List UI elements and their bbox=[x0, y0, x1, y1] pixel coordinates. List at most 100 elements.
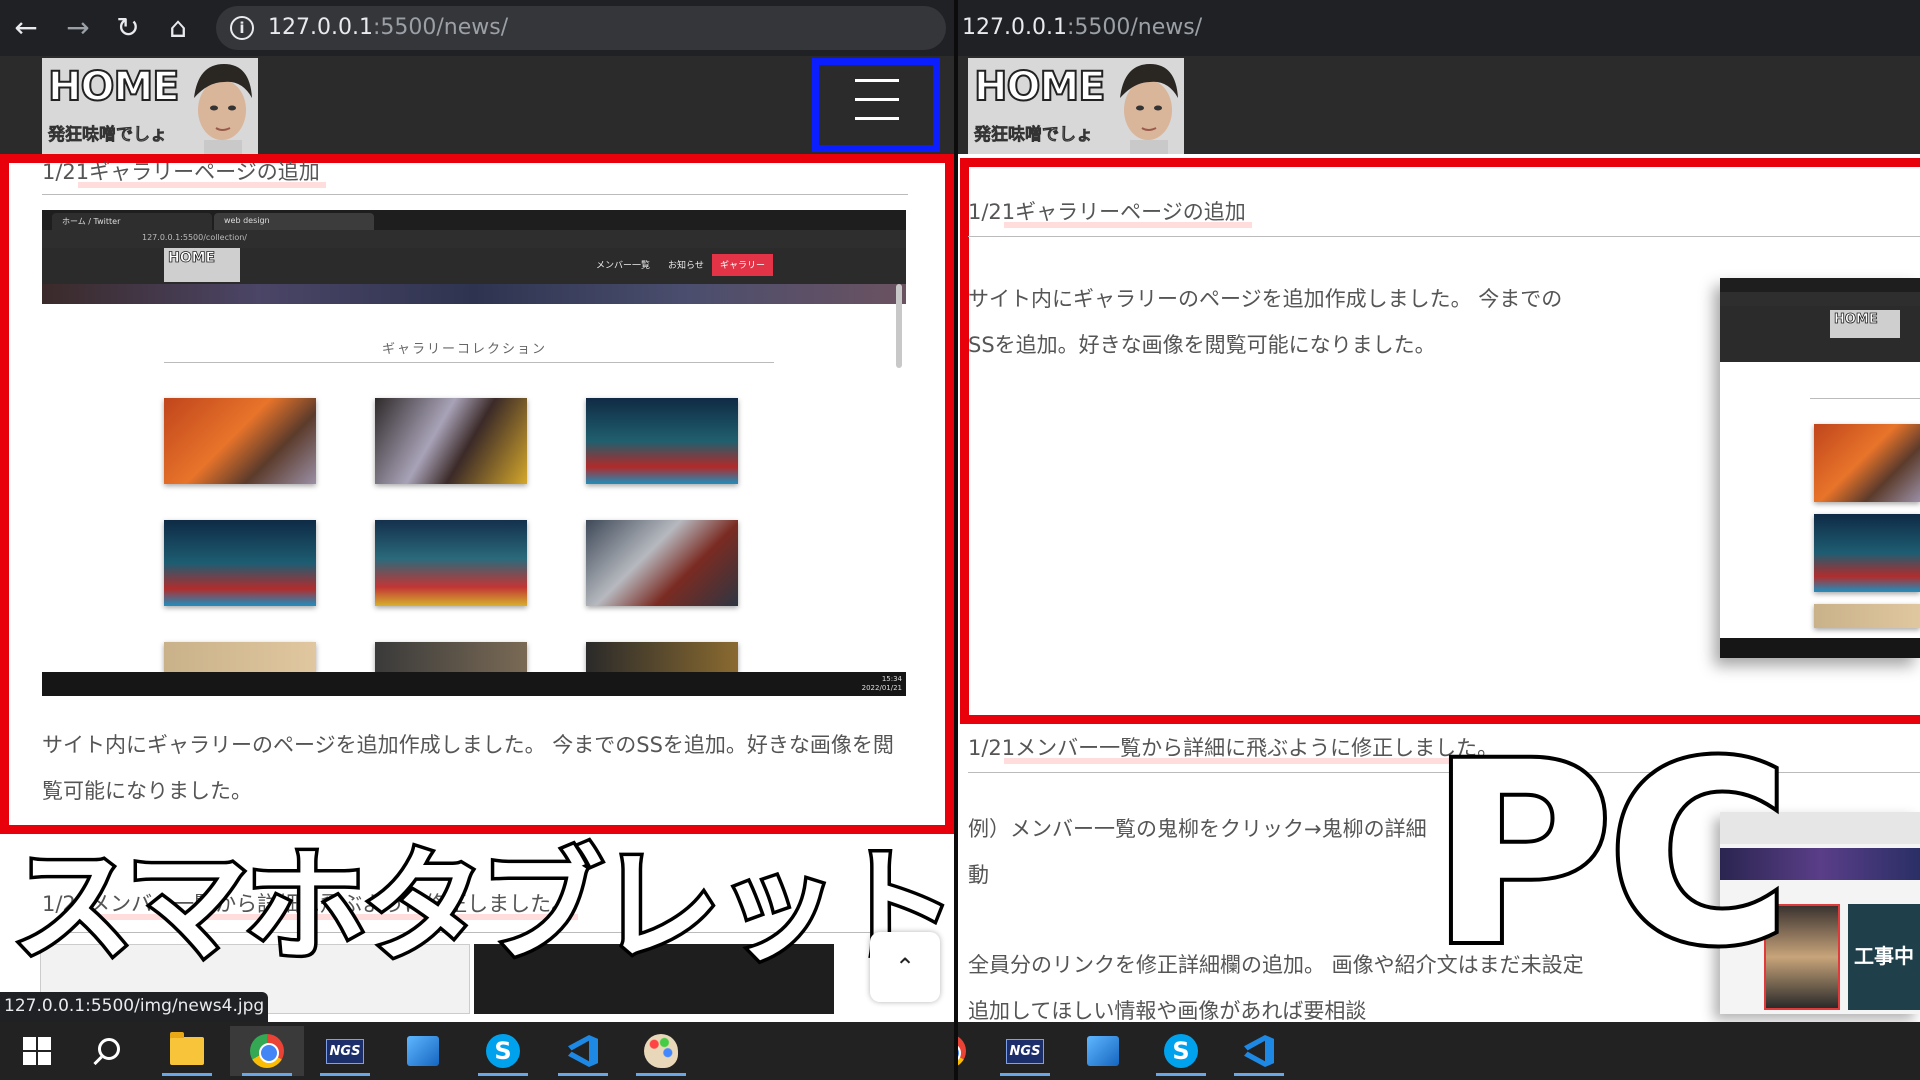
gallery-thumbnail bbox=[164, 398, 316, 484]
embedded-url: 127.0.0.1:5500/collection/ bbox=[42, 230, 906, 248]
url-text: 127.0.0.1:5500/news/ bbox=[962, 15, 1202, 40]
ngs-game-icon: NGS bbox=[325, 1038, 365, 1064]
embedded-nav-members: メンバー一覧 bbox=[596, 261, 651, 271]
skype-icon: S bbox=[486, 1034, 520, 1068]
file-explorer-button[interactable] bbox=[150, 1026, 224, 1076]
search-icon bbox=[98, 1038, 120, 1060]
gallery-thumbnail bbox=[375, 398, 527, 484]
chrome-button[interactable] bbox=[230, 1026, 304, 1076]
divider-line bbox=[42, 194, 908, 195]
logo-home-text: HOME bbox=[47, 63, 181, 111]
article-body-line: SSを追加。好きな画像を閲覧可能になりました。 bbox=[968, 333, 1436, 357]
embedded-site-header: HOME bbox=[1720, 306, 1920, 362]
skype-button[interactable]: S bbox=[466, 1026, 540, 1076]
embedded-tab-strip bbox=[1720, 278, 1920, 292]
news-image-gallery-screenshot[interactable]: ホーム / Twitter web design 127.0.0.1:5500/… bbox=[42, 210, 906, 696]
skype-button[interactable]: S bbox=[1144, 1026, 1218, 1076]
folder-icon bbox=[170, 1032, 204, 1065]
gallery-thumbnail bbox=[164, 642, 316, 672]
gallery-thumbnail bbox=[1814, 514, 1920, 592]
under-construction-label: 工事中 bbox=[1848, 904, 1920, 1010]
embedded-tab: web design bbox=[214, 213, 374, 230]
embedded-scrollbar bbox=[896, 284, 902, 368]
browser-toolbar: ← → ↻ ⌂ i 127.0.0.1:5500/news/ bbox=[0, 0, 954, 56]
home-icon[interactable]: ⌂ bbox=[158, 8, 198, 48]
site-logo[interactable]: HOME 発狂味噌でしょ bbox=[968, 58, 1184, 154]
vscode-icon bbox=[1244, 1035, 1274, 1067]
forward-arrow-icon[interactable]: → bbox=[58, 8, 98, 48]
article-title: 1/21メンバー一覧から詳細に飛ぶように修正しました。 bbox=[968, 732, 1505, 764]
windows-taskbar: NGS S bbox=[0, 1022, 954, 1080]
logo-subtitle: 発狂味噌でしょ bbox=[48, 125, 168, 146]
chevron-up-icon: ⌃ bbox=[894, 953, 916, 981]
vscode-button[interactable] bbox=[546, 1026, 620, 1076]
avatar bbox=[1120, 64, 1178, 154]
embedded-divider bbox=[1810, 398, 1920, 399]
address-bar[interactable]: i 127.0.0.1:5500/news/ bbox=[216, 6, 946, 50]
ngs-game-icon: NGS bbox=[1005, 1038, 1045, 1064]
photos-icon bbox=[1087, 1036, 1119, 1066]
address-bar[interactable]: 127.0.0.1:5500/news/ bbox=[958, 6, 1920, 50]
paint-button[interactable] bbox=[624, 1026, 698, 1076]
photos-button[interactable] bbox=[386, 1026, 460, 1076]
scroll-to-top-button[interactable]: ⌃ bbox=[870, 932, 940, 1002]
embedded-gallery-heading: ギャラリーコレクション bbox=[382, 342, 548, 357]
embedded-nav-gallery: ギャラリー bbox=[712, 254, 774, 276]
embedded-address-bar bbox=[1720, 292, 1920, 306]
article-body-line: サイト内にギャラリーのページを追加作成しました。 今までの bbox=[968, 287, 1563, 311]
search-button[interactable] bbox=[70, 1026, 144, 1076]
gallery-thumbnail bbox=[1814, 424, 1920, 502]
chrome-icon bbox=[958, 1034, 966, 1068]
article-title: 1/21ギャラリーページの追加 bbox=[968, 196, 1252, 228]
gallery-thumbnail bbox=[375, 520, 527, 606]
mobile-view-pane: ← → ↻ ⌂ i 127.0.0.1:5500/news/ HOME 発狂味噌… bbox=[0, 0, 954, 1080]
embedded-tab: ホーム / Twitter bbox=[52, 213, 212, 230]
article-body: サイト内にギャラリーのページを追加作成しました。 今までの SSを追加。好きな画… bbox=[968, 276, 1628, 368]
site-logo[interactable]: HOME 発狂味噌でしょ bbox=[42, 58, 258, 154]
status-bar-url: 127.0.0.1:5500/img/news4.jpg bbox=[0, 992, 268, 1022]
gallery-thumbnail bbox=[586, 398, 738, 484]
start-button[interactable] bbox=[0, 1026, 74, 1076]
article-body-line: 例）メンバー一覧の鬼柳をクリック→鬼柳の詳細 bbox=[968, 817, 1427, 841]
pc-view-pane: 127.0.0.1:5500/news/ HOME 発狂味噌でしょ 1/21ギャ… bbox=[958, 0, 1920, 1080]
chrome-button[interactable] bbox=[958, 1026, 986, 1076]
embedded-clock-time: 15:34 bbox=[881, 675, 902, 683]
device-caption: スマホタブレット bbox=[8, 833, 954, 982]
vscode-button[interactable] bbox=[1222, 1026, 1296, 1076]
url-host: 127.0.0.1 bbox=[268, 15, 373, 40]
article-title: 1/21ギャラリーページの追加 bbox=[42, 156, 326, 188]
hamburger-menu-button[interactable] bbox=[812, 58, 940, 152]
embedded-logo: HOME bbox=[164, 248, 240, 282]
gallery-thumbnail bbox=[586, 642, 738, 672]
info-icon[interactable]: i bbox=[230, 16, 254, 40]
hamburger-bar bbox=[855, 79, 899, 82]
embedded-divider bbox=[164, 362, 774, 363]
embedded-banner bbox=[42, 284, 906, 304]
embedded-logo: HOME bbox=[1830, 310, 1900, 338]
ngs-button[interactable]: NGS bbox=[988, 1026, 1062, 1076]
article-body: サイト内にギャラリーのページを追加作成しました。 今までのSSを追加。好きな画像… bbox=[42, 733, 894, 803]
url-path: :5500/news/ bbox=[372, 15, 509, 40]
skype-icon: S bbox=[1164, 1034, 1198, 1068]
gallery-thumbnail bbox=[586, 520, 738, 606]
gallery-thumbnail bbox=[375, 642, 527, 672]
article-body-line: 動 bbox=[968, 863, 989, 887]
logo-subtitle: 発狂味噌でしょ bbox=[974, 125, 1094, 146]
chrome-icon bbox=[250, 1034, 284, 1068]
ngs-button[interactable]: NGS bbox=[308, 1026, 382, 1076]
news-image-gallery-screenshot[interactable]: HOME bbox=[1720, 278, 1920, 658]
paint-palette-icon bbox=[644, 1034, 678, 1068]
hamburger-bar bbox=[855, 117, 899, 120]
reload-icon[interactable]: ↻ bbox=[108, 8, 148, 48]
browser-toolbar: 127.0.0.1:5500/news/ bbox=[958, 0, 1920, 56]
site-header: HOME 発狂味噌でしょ bbox=[958, 56, 1920, 154]
gallery-thumbnail bbox=[164, 520, 316, 606]
hamburger-bar bbox=[855, 98, 899, 101]
device-caption: PC bbox=[1426, 709, 1795, 1000]
url-text: 127.0.0.1:5500/news/ bbox=[268, 15, 508, 40]
embedded-taskbar bbox=[1720, 638, 1920, 658]
gallery-thumbnail bbox=[1814, 604, 1920, 628]
back-arrow-icon[interactable]: ← bbox=[6, 8, 46, 48]
photos-button[interactable] bbox=[1066, 1026, 1140, 1076]
divider-line bbox=[968, 236, 1920, 237]
